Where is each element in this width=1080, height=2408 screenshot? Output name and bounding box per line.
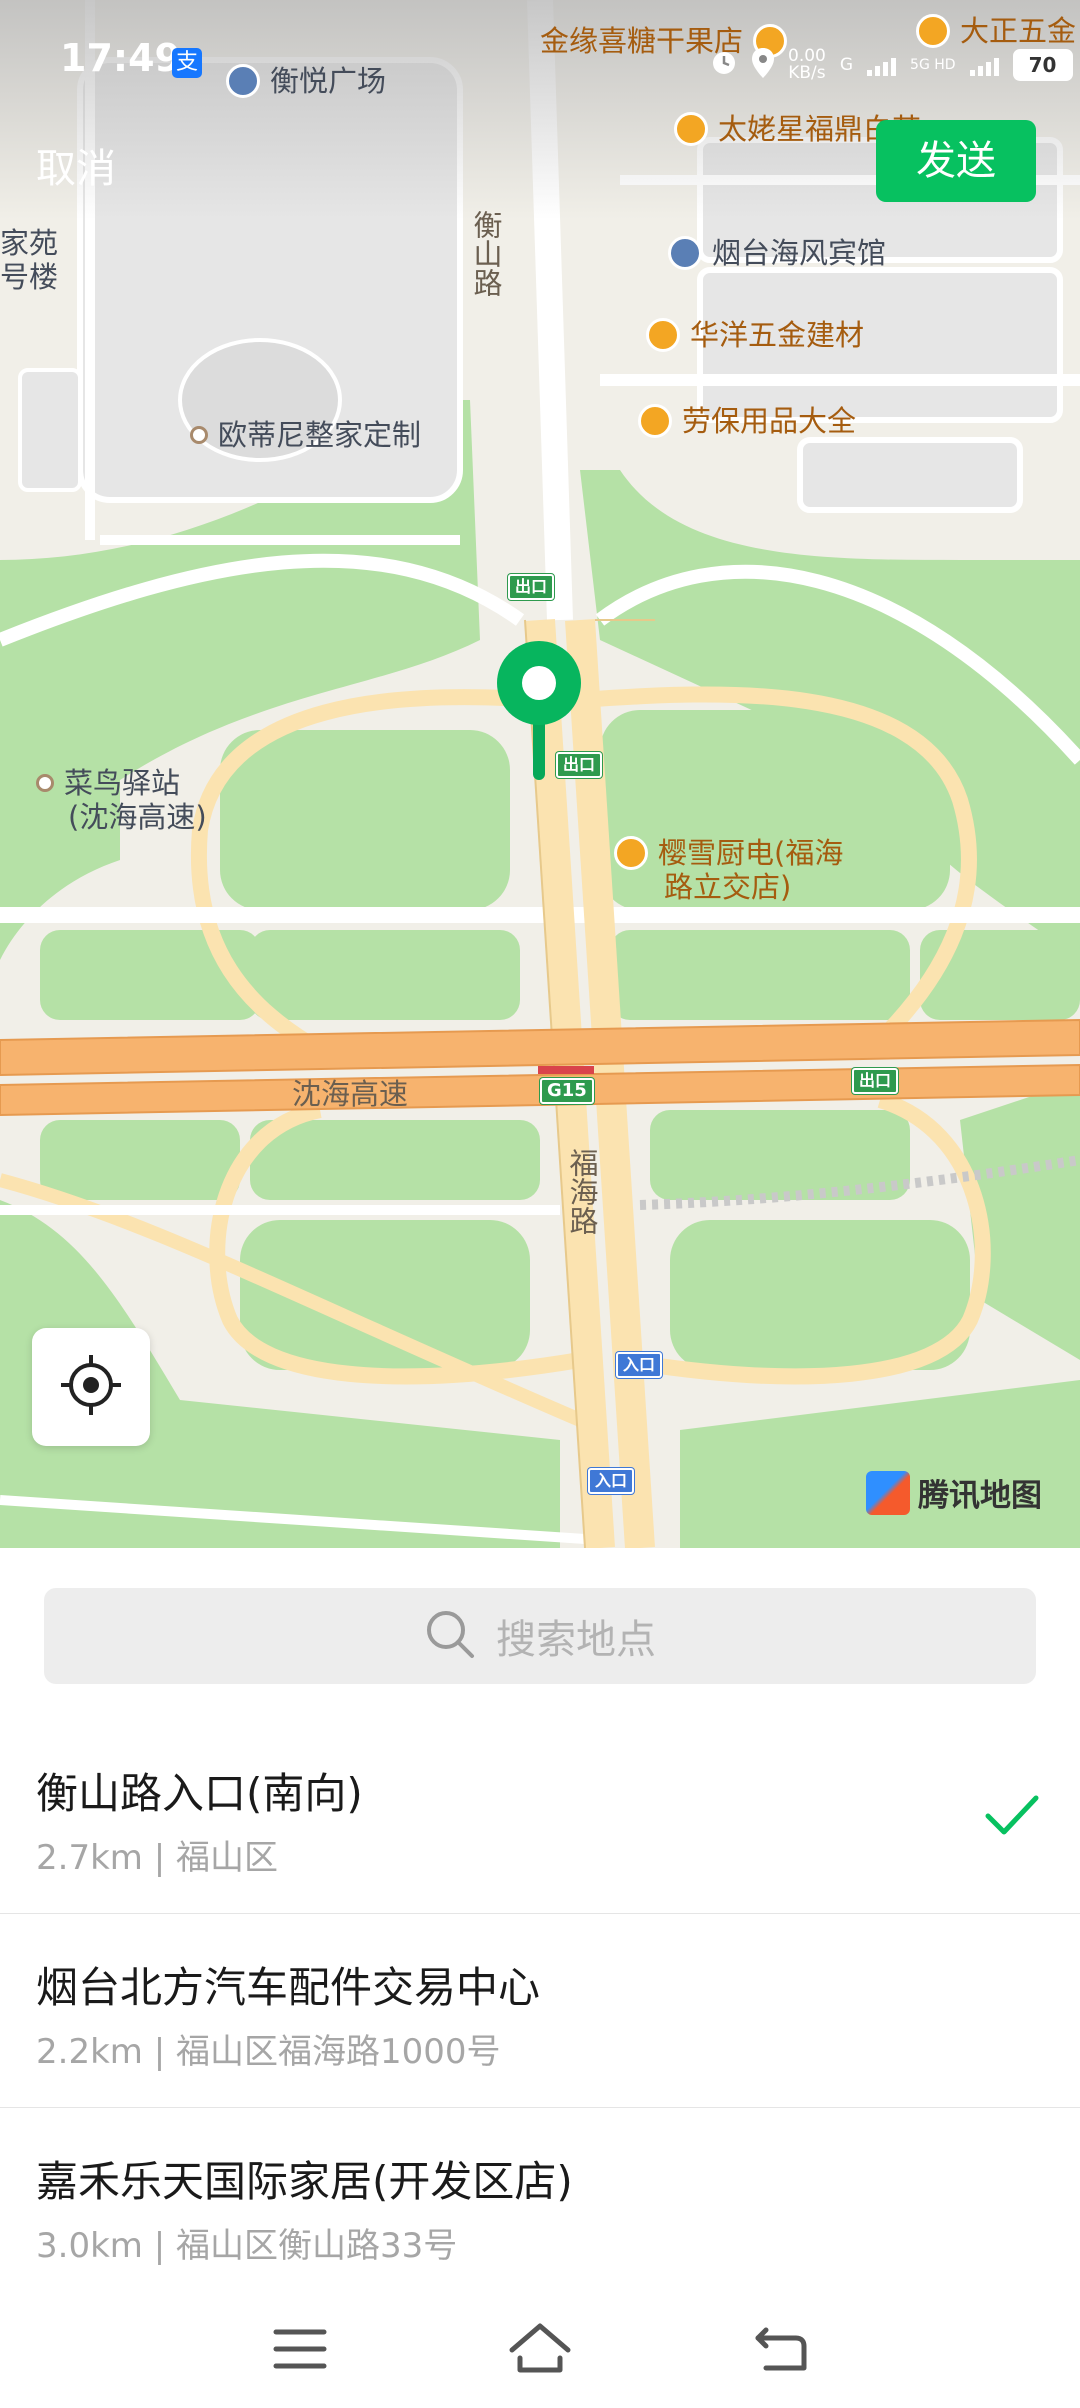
entry-sign: 入口 (616, 1352, 663, 1378)
battery-icon: 70 (1012, 49, 1073, 81)
map-poi[interactable]: 劳保用品大全 (638, 404, 856, 438)
send-button[interactable]: 发送 (876, 120, 1036, 202)
cancel-button[interactable]: 取消 (36, 136, 116, 194)
system-nav-bar (0, 2290, 1080, 2408)
map-poi[interactable]: 菜鸟驿站 (36, 766, 180, 800)
exit-sign: 出口 (852, 1068, 899, 1094)
signal-icon (867, 54, 897, 76)
map-poi[interactable]: 华洋五金建材 (646, 318, 864, 352)
map-poi[interactable]: 家苑 (0, 226, 58, 260)
result-name: 衡山路入口(南向) (36, 1769, 363, 1818)
road-label-hengshan: 衡山路 (469, 210, 503, 297)
locate-me-button[interactable] (32, 1328, 150, 1446)
map-poi-sub: 路立交店) (664, 870, 792, 904)
crosshair-icon (59, 1353, 123, 1421)
status-bar: 17:49 支 0.00 KB/s G 5G HD 70 (0, 0, 1080, 90)
back-icon[interactable] (752, 2324, 808, 2378)
search-placeholder: 搜索地点 (496, 1617, 656, 1663)
location-icon (752, 48, 774, 82)
map-poi-sub: (沈海高速) (68, 800, 207, 834)
list-item[interactable]: 衡山路入口(南向) 2.7km | 福山区 (0, 1720, 1080, 1914)
network-type: G (839, 54, 854, 75)
poi-hotel-icon (668, 236, 702, 270)
signal-icon (969, 54, 999, 76)
highway-shield: G15 (540, 1078, 594, 1104)
network-type-5g: 5G HD (910, 56, 956, 73)
road-label-shenhai: 沈海高速 (292, 1077, 409, 1111)
status-time: 17:49 (60, 36, 181, 80)
map-poi[interactable]: 号楼 (0, 260, 58, 294)
exit-sign: 出口 (508, 574, 555, 600)
map-provider-logo: 腾讯地图 (866, 1470, 1042, 1515)
entry-sign: 入口 (588, 1468, 635, 1494)
poi-shop-icon (646, 318, 680, 352)
list-item[interactable]: 嘉禾乐天国际家居(开发区店) 3.0km | 福山区衡山路33号 (0, 2108, 1080, 2302)
map-poi[interactable]: 樱雪厨电(福海 (614, 836, 843, 870)
search-input[interactable]: 搜索地点 (44, 1588, 1036, 1684)
menu-icon[interactable] (272, 2326, 328, 2376)
home-icon[interactable] (508, 2320, 572, 2380)
result-name: 烟台北方汽车配件交易中心 (36, 1963, 541, 2012)
poi-shop-icon (638, 404, 672, 438)
result-detail: 3.0km | 福山区衡山路33号 (36, 2226, 458, 2266)
tencent-map-logo-icon (866, 1470, 910, 1515)
check-icon (984, 1786, 1040, 1846)
map-view[interactable]: 金缘喜糖干果店 大正五金 衡悦广场 太姥星福鼎白茶 烟台海风宾馆 华洋五金建材 … (0, 0, 1080, 1548)
map-poi[interactable]: 欧蒂尼整家定制 (190, 418, 421, 452)
result-detail: 2.7km | 福山区 (36, 1838, 278, 1878)
poi-dot-icon (36, 774, 54, 792)
result-name: 嘉禾乐天国际家居(开发区店) (36, 2157, 573, 2206)
poi-dot-icon (190, 426, 208, 444)
road-label-fuhai: 福海路 (565, 1148, 599, 1235)
list-item[interactable]: 烟台北方汽车配件交易中心 2.2km | 福山区福海路1000号 (0, 1914, 1080, 2108)
poi-shop-icon (614, 836, 648, 870)
alarm-icon (710, 49, 738, 81)
network-speed: 0.00 KB/s (788, 46, 826, 83)
location-pin-icon[interactable] (496, 640, 582, 780)
poi-shop-icon (674, 112, 708, 146)
result-detail: 2.2km | 福山区福海路1000号 (36, 2032, 501, 2072)
search-icon (424, 1608, 476, 1664)
alipay-notification-icon: 支 (172, 48, 202, 78)
map-poi[interactable]: 烟台海风宾馆 (668, 236, 886, 270)
status-icons: 0.00 KB/s G 5G HD 70 (710, 48, 1073, 82)
location-list-sheet: 搜索地点 衡山路入口(南向) 2.7km | 福山区 烟台北方汽车配件交易中心 … (0, 1548, 1080, 2408)
